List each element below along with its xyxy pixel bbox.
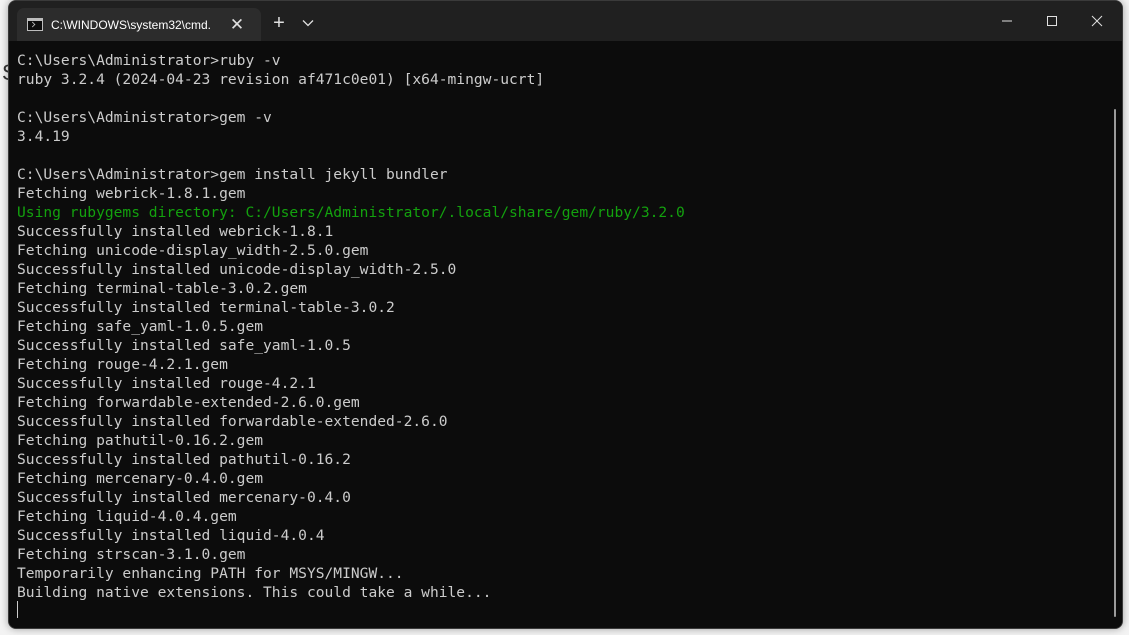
console-line: C:\Users\Administrator>gem -v [17,109,272,126]
console-line: C:\Users\Administrator>gem install jekyl… [17,166,448,183]
cmd-icon [27,18,43,31]
console-line: Successfully installed rouge-4.2.1 [17,375,316,392]
minimize-icon[interactable] [984,1,1030,41]
console-line: Successfully installed mercenary-0.4.0 [17,489,351,506]
console-line: Successfully installed webrick-1.8.1 [17,223,334,240]
terminal-window[interactable]: C:\WINDOWS\system32\cmd. ✕ + C:\Users\Ad… [8,0,1123,629]
plus-icon[interactable]: + [267,11,291,35]
console-line: Fetching rouge-4.2.1.gem [17,356,228,373]
text-cursor [17,601,18,618]
console-line: 3.4.19 [17,128,70,145]
close-window-icon[interactable] [1074,1,1120,41]
console-line: Fetching pathutil-0.16.2.gem [17,432,264,449]
console-line: Successfully installed terminal-table-3.… [17,299,395,316]
console-line: Fetching unicode-display_width-2.5.0.gem [17,242,369,259]
console-line: Fetching liquid-4.0.4.gem [17,508,237,525]
maximize-icon[interactable] [1029,1,1075,41]
title-bar[interactable]: C:\WINDOWS\system32\cmd. ✕ + [9,1,1122,41]
console-line: Successfully installed pathutil-0.16.2 [17,451,351,468]
console-line: Fetching webrick-1.8.1.gem [17,185,246,202]
console-line: ruby 3.2.4 (2024-04-23 revision af471c0e… [17,71,545,88]
console-line: Successfully installed unicode-display_w… [17,261,457,278]
scrollbar[interactable] [1109,41,1122,628]
console-line: Fetching terminal-table-3.0.2.gem [17,280,307,297]
console-line: Successfully installed forwardable-exten… [17,413,448,430]
scrollbar-thumb[interactable] [1114,109,1116,617]
console-line: Fetching forwardable-extended-2.6.0.gem [17,394,360,411]
console-line: Successfully installed liquid-4.0.4 [17,527,325,544]
console-lines: C:\Users\Administrator>ruby -v ruby 3.2.4… [17,51,685,602]
console-line: Temporarily enhancing PATH for MSYS/MING… [17,565,404,582]
console-line: C:\Users\Administrator>ruby -v [17,52,281,69]
close-icon[interactable]: ✕ [225,15,249,35]
console-output[interactable]: C:\Users\Administrator>ruby -v ruby 3.2.4… [9,41,1109,628]
console-line: Building native extensions. This could t… [17,584,492,601]
tab-title: C:\WINDOWS\system32\cmd. [51,17,212,32]
console-line: Fetching strscan-3.1.0.gem [17,546,246,563]
console-line: Using rubygems directory: C:/Users/Admin… [17,204,685,221]
console-line: Fetching safe_yaml-1.0.5.gem [17,318,264,335]
console-line: Successfully installed safe_yaml-1.0.5 [17,337,351,354]
tab-cmd[interactable]: C:\WINDOWS\system32\cmd. ✕ [17,8,261,41]
console-line: Fetching mercenary-0.4.0.gem [17,470,264,487]
chevron-down-icon[interactable] [297,11,319,35]
